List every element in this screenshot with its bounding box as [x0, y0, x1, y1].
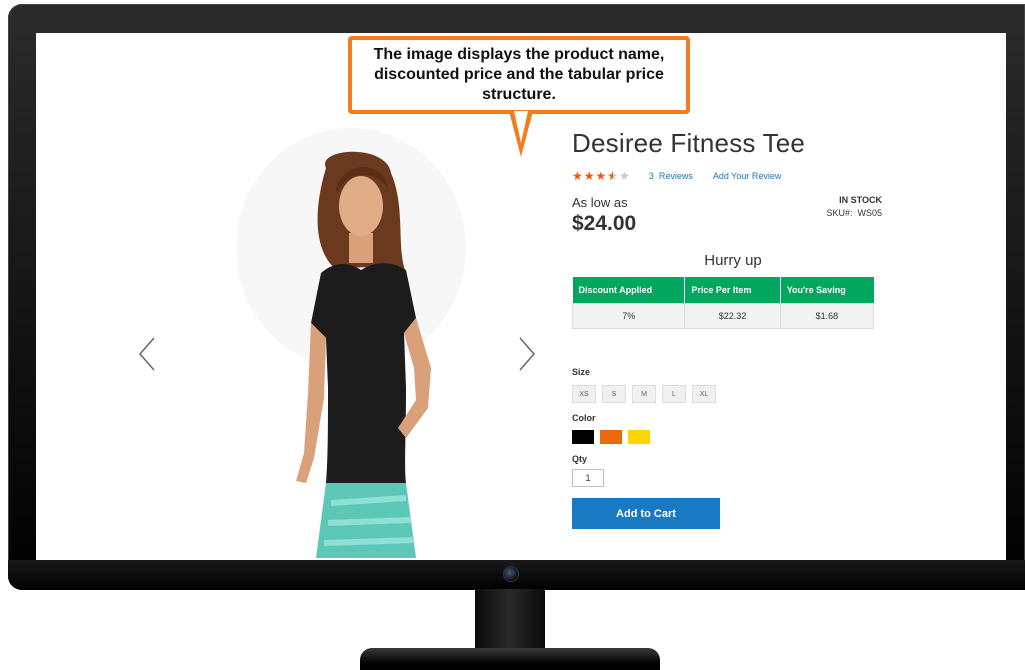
product-info: Desiree Fitness Tee ★★★★★★ 3 Reviews Add… [571, 128, 882, 529]
size-label: Size [572, 367, 591, 377]
screen: The image displays the product name, dis… [36, 33, 1006, 560]
add-review-link[interactable]: Add Your Review [713, 171, 782, 181]
size-option-m[interactable]: M [632, 385, 656, 403]
color-label: Color [572, 413, 596, 423]
color-options [572, 430, 882, 444]
sku-line: SKU#: WS05 [826, 208, 882, 218]
tier-price-table: Discount Applied Price Per Item You're S… [571, 277, 875, 329]
chevron-right-icon[interactable] [512, 334, 542, 374]
cell-price-per-item: $22.32 [684, 303, 781, 329]
add-to-cart-button[interactable]: Add to Cart [572, 498, 720, 529]
qty-label: Qty [572, 454, 588, 464]
size-option-s[interactable]: S [602, 385, 626, 403]
stock-status: IN STOCK [839, 195, 882, 205]
header-youre-saving: You're Saving [780, 277, 874, 304]
size-option-xl[interactable]: XL [692, 385, 716, 403]
webcam-icon [503, 566, 519, 582]
monitor-stand-neck [475, 589, 545, 651]
reviews-link[interactable]: 3 Reviews [649, 171, 693, 181]
callout-bubble: The image displays the product name, dis… [348, 36, 690, 114]
size-options: XS S M L XL [572, 385, 882, 403]
cell-saving: $1.68 [779, 303, 875, 329]
product-title: Desiree Fitness Tee [572, 128, 806, 158]
stock-info: IN STOCK SKU#: WS05 [826, 195, 882, 218]
monitor-stand-base [360, 648, 660, 670]
hurry-up-text: Hurry up [704, 252, 762, 269]
color-swatch-black[interactable] [572, 430, 594, 444]
color-swatch-yellow[interactable] [628, 430, 650, 444]
price-box: As low as $24.00 IN STOCK SKU#: WS05 [572, 195, 882, 239]
color-swatch-orange[interactable] [600, 430, 622, 444]
cell-discount: 7% [571, 303, 686, 329]
callout-text: The image displays the product name, dis… [373, 46, 665, 103]
header-discount-applied: Discount Applied [572, 277, 686, 304]
product-gallery [116, 128, 536, 560]
product-image [296, 151, 431, 558]
table-row: 7% $22.32 $1.68 [571, 303, 875, 329]
header-price-per-item: Price Per Item [684, 277, 781, 304]
table-header-row: Discount Applied Price Per Item You're S… [572, 277, 874, 304]
size-option-l[interactable]: L [662, 385, 686, 403]
star-rating-icon: ★★★★★★ [572, 169, 631, 183]
size-option-xs[interactable]: XS [572, 385, 596, 403]
sku-label: SKU#: [826, 208, 853, 218]
sku-value: WS05 [857, 208, 882, 218]
chevron-left-icon[interactable] [132, 334, 162, 374]
rating-summary: ★★★★★★ 3 Reviews Add Your Review [572, 169, 882, 183]
qty-input[interactable] [572, 469, 604, 487]
